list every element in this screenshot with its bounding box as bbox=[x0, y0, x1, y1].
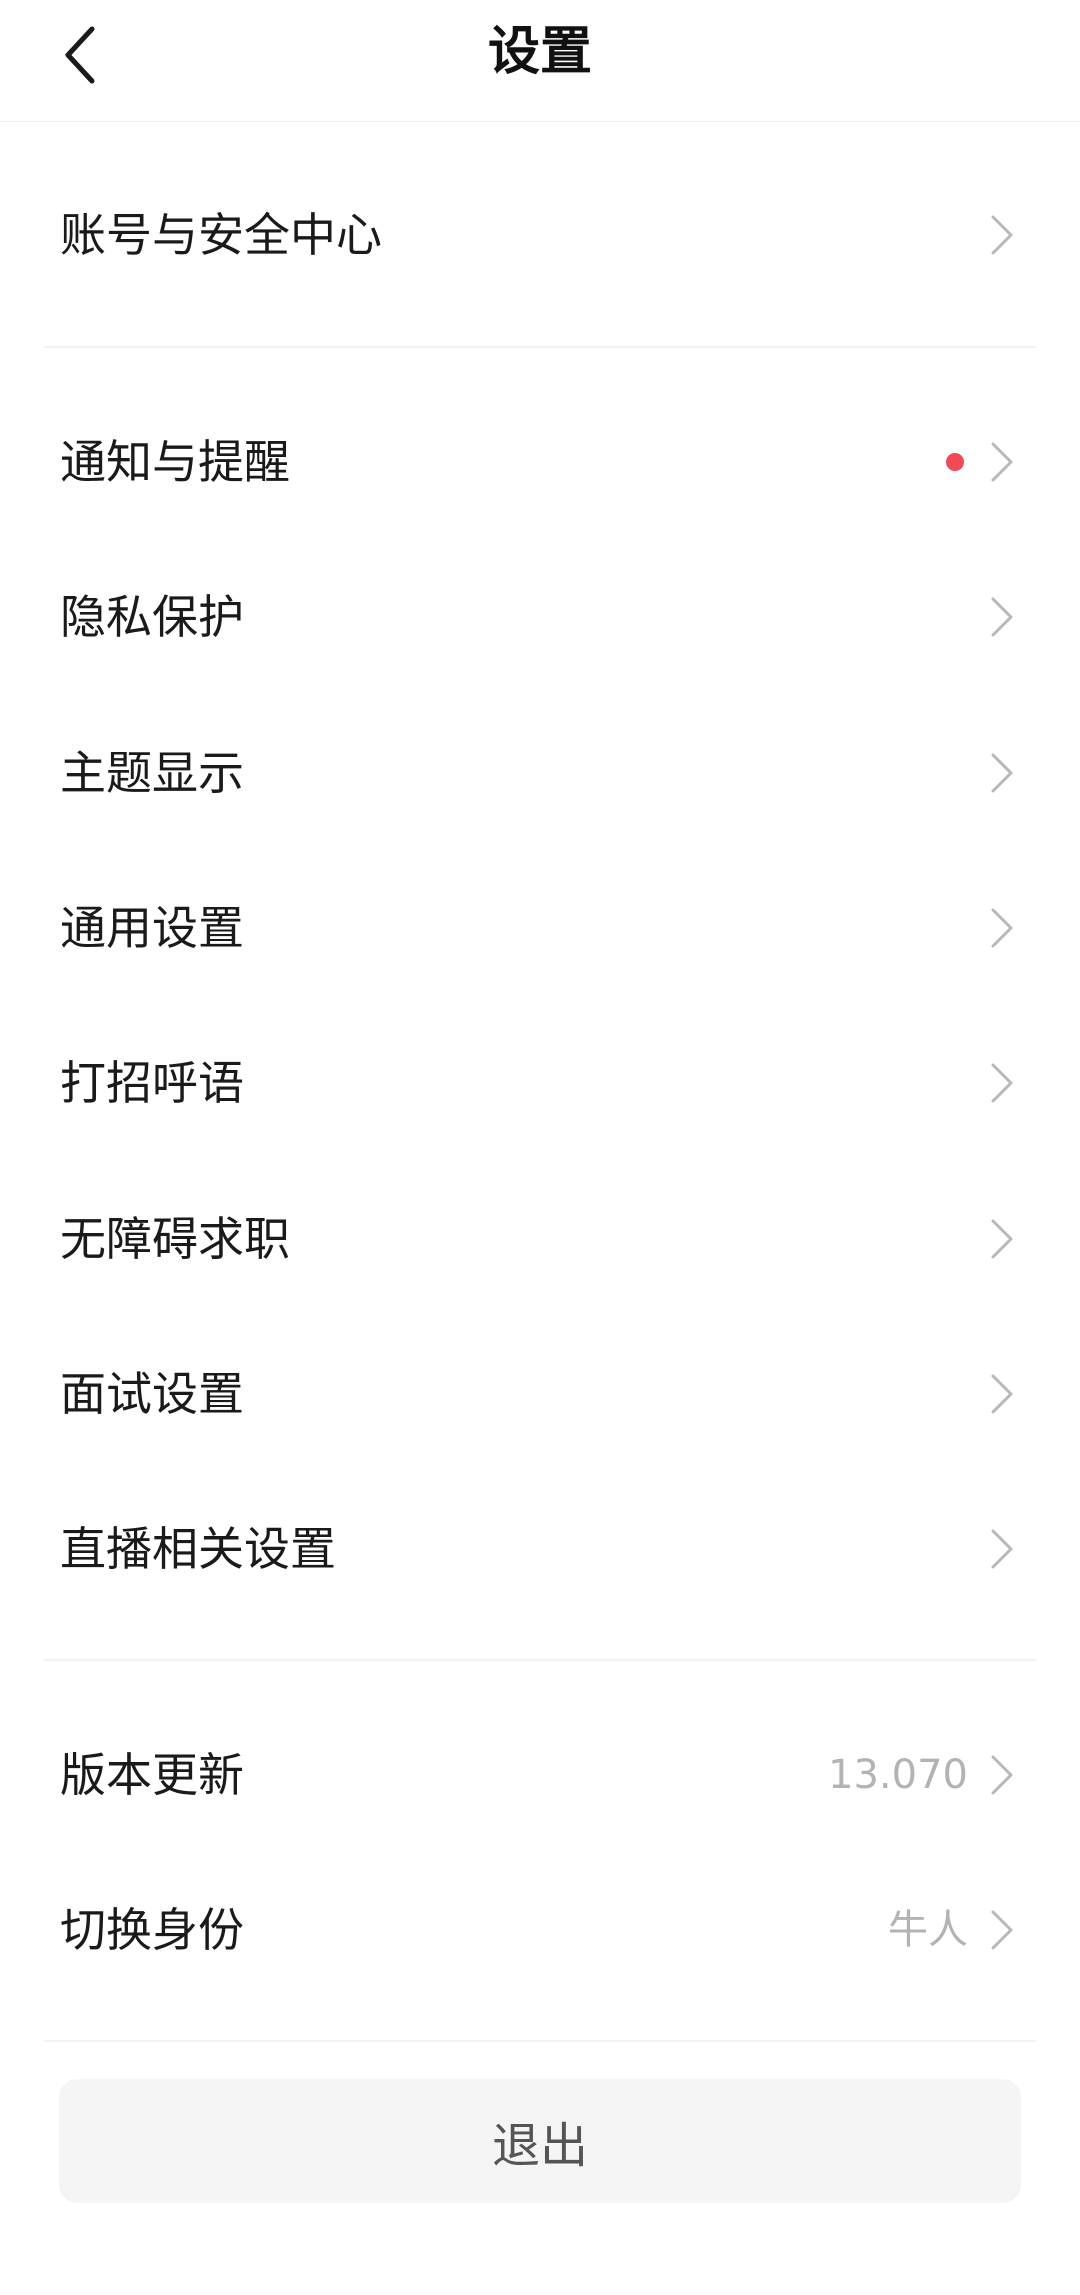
row-label: 通知与提醒 bbox=[60, 435, 290, 489]
chevron-right-icon bbox=[984, 1900, 1020, 1960]
settings-row-interview[interactable]: 面试设置 bbox=[0, 1339, 1080, 1449]
settings-row-live[interactable]: 直播相关设置 bbox=[0, 1494, 1080, 1604]
unread-dot-badge bbox=[946, 453, 964, 471]
page-title: 设置 bbox=[487, 22, 592, 82]
row-label: 直播相关设置 bbox=[60, 1522, 336, 1576]
row-label: 面试设置 bbox=[60, 1367, 244, 1421]
chevron-right-icon bbox=[984, 1519, 1020, 1579]
chevron-right-icon bbox=[984, 432, 1020, 492]
version-value: 13.070 bbox=[828, 1752, 968, 1798]
chevron-right-icon bbox=[984, 587, 1020, 647]
settings-row-greeting[interactable]: 打招呼语 bbox=[0, 1028, 1080, 1138]
row-label: 无障碍求职 bbox=[60, 1212, 290, 1266]
settings-row-theme[interactable]: 主题显示 bbox=[0, 718, 1080, 828]
chevron-right-icon bbox=[984, 743, 1020, 803]
chevron-right-icon bbox=[984, 1364, 1020, 1424]
settings-row-account-security[interactable]: 账号与安全中心 bbox=[0, 180, 1080, 290]
row-label: 通用设置 bbox=[60, 901, 244, 955]
settings-row-accessibility[interactable]: 无障碍求职 bbox=[0, 1184, 1080, 1294]
chevron-right-icon bbox=[984, 1053, 1020, 1113]
logout-button[interactable]: 退出 bbox=[59, 2079, 1021, 2203]
section-divider bbox=[44, 2040, 1036, 2042]
settings-row-general[interactable]: 通用设置 bbox=[0, 873, 1080, 983]
row-label: 版本更新 bbox=[60, 1748, 244, 1802]
row-label: 隐私保护 bbox=[60, 590, 244, 644]
identity-value: 牛人 bbox=[888, 1907, 968, 1953]
row-label: 主题显示 bbox=[60, 746, 244, 800]
row-label: 打招呼语 bbox=[60, 1056, 244, 1110]
settings-row-notifications[interactable]: 通知与提醒 bbox=[0, 407, 1080, 517]
settings-row-privacy[interactable]: 隐私保护 bbox=[0, 562, 1080, 672]
top-bar: 设置 bbox=[0, 0, 1080, 122]
section-divider bbox=[44, 346, 1036, 348]
settings-row-version[interactable]: 版本更新 13.070 bbox=[0, 1720, 1080, 1830]
chevron-right-icon bbox=[984, 1745, 1020, 1805]
section-divider bbox=[44, 1659, 1036, 1661]
chevron-right-icon bbox=[984, 205, 1020, 265]
chevron-right-icon bbox=[984, 1209, 1020, 1269]
chevron-right-icon bbox=[984, 898, 1020, 958]
row-label: 账号与安全中心 bbox=[60, 208, 382, 262]
row-label: 切换身份 bbox=[60, 1903, 244, 1957]
settings-row-switch-identity[interactable]: 切换身份 牛人 bbox=[0, 1875, 1080, 1985]
